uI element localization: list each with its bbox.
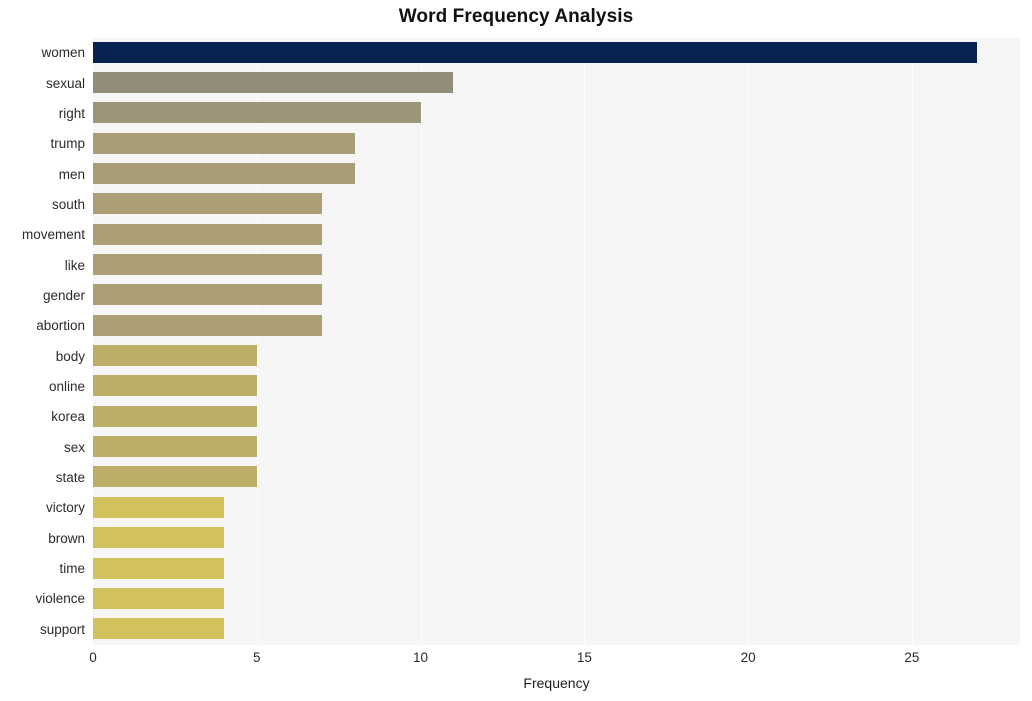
x-axis-title: Frequency [523, 675, 590, 691]
bar[interactable] [93, 375, 257, 397]
y-axis-tick-label: men [58, 166, 85, 182]
bar[interactable] [93, 314, 323, 336]
bar[interactable] [93, 102, 421, 124]
bar[interactable] [93, 436, 257, 458]
bar[interactable] [93, 162, 356, 184]
y-axis-tick-label: like [64, 257, 85, 273]
bar[interactable] [93, 254, 323, 276]
bar[interactable] [93, 527, 225, 549]
y-axis-tick-label: violence [35, 591, 85, 607]
bar-row[interactable] [93, 68, 1020, 96]
x-axis-tick-label: 15 [576, 650, 592, 665]
y-axis-tick-label: time [59, 561, 85, 577]
y-axis-tick-label: movement [21, 227, 85, 243]
y-axis-labels: women sexual right trump men south movement lik… [0, 38, 85, 645]
y-axis-tick-label: trump [50, 136, 85, 152]
bar[interactable] [93, 71, 454, 93]
bar-row[interactable] [93, 220, 1020, 248]
bar-row[interactable] [93, 311, 1020, 339]
bar-row[interactable] [93, 129, 1020, 157]
bar[interactable] [93, 132, 356, 154]
bar[interactable] [93, 496, 225, 518]
bar[interactable] [93, 284, 323, 306]
bar[interactable] [93, 223, 323, 245]
y-axis-tick-label: brown [48, 530, 85, 546]
y-axis-tick-label: south [51, 196, 85, 212]
y-axis-tick-label: state [55, 470, 85, 486]
bar-row[interactable] [93, 463, 1020, 491]
bar-row[interactable] [93, 159, 1020, 187]
bar-row[interactable] [93, 372, 1020, 400]
bar-row[interactable] [93, 281, 1020, 309]
bar-row[interactable] [93, 190, 1020, 218]
y-axis-tick-label: women [41, 45, 85, 61]
y-axis-tick-label: sex [63, 439, 85, 455]
bar-row[interactable] [93, 38, 1020, 66]
y-axis-tick-label: abortion [36, 318, 85, 334]
bar[interactable] [93, 405, 257, 427]
x-axis-tick-label: 5 [253, 650, 261, 665]
bar-row[interactable] [93, 402, 1020, 430]
bar[interactable] [93, 466, 257, 488]
plot-area [93, 38, 1020, 645]
y-axis-tick-label: right [58, 105, 85, 121]
bar[interactable] [93, 618, 225, 640]
y-axis-tick-label: online [48, 379, 85, 395]
x-axis-tick-labels: 0 5 10 15 20 25 [0, 650, 1032, 670]
bar-row[interactable] [93, 250, 1020, 278]
x-axis-tick-label: 20 [740, 650, 756, 665]
bars-container [93, 38, 1020, 645]
bar-row[interactable] [93, 584, 1020, 612]
y-axis-tick-label: gender [42, 287, 85, 303]
bar-row[interactable] [93, 524, 1020, 552]
x-axis-tick-label: 25 [904, 650, 920, 665]
y-axis-tick-label: victory [45, 500, 85, 516]
bar[interactable] [93, 41, 978, 63]
bar-row[interactable] [93, 99, 1020, 127]
bar[interactable] [93, 345, 257, 367]
bar-row[interactable] [93, 615, 1020, 643]
bar-row[interactable] [93, 342, 1020, 370]
chart-figure: Word Frequency Analysis women sexual right… [0, 0, 1032, 701]
bar-row[interactable] [93, 433, 1020, 461]
bar-row[interactable] [93, 554, 1020, 582]
y-axis-tick-label: korea [51, 409, 85, 425]
bar[interactable] [93, 193, 323, 215]
x-axis-tick-label: 10 [413, 650, 429, 665]
bar[interactable] [93, 587, 225, 609]
y-axis-tick-label: sexual [45, 75, 85, 91]
bar-row[interactable] [93, 493, 1020, 521]
y-axis-tick-label: support [39, 621, 85, 637]
chart-title: Word Frequency Analysis [398, 6, 634, 27]
x-axis-tick-label: 0 [89, 650, 97, 665]
y-axis-tick-label: body [55, 348, 85, 364]
bar[interactable] [93, 557, 225, 579]
